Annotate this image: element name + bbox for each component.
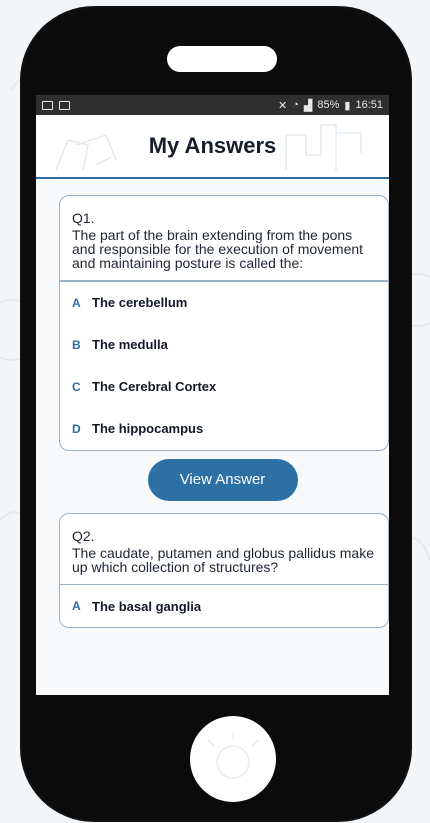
answer-letter: D	[72, 421, 81, 436]
answer-letter: C	[72, 379, 81, 394]
signal-icon: ▟	[303, 99, 313, 112]
view-answer-button[interactable]: View Answer	[147, 458, 298, 501]
answer-text: The medulla	[92, 337, 168, 352]
phone-speaker	[167, 46, 277, 72]
wifi-icon: ◔	[292, 99, 299, 111]
answer-letter: A	[72, 295, 81, 310]
question-text: The caudate, putamen and globus pallidus…	[72, 544, 374, 575]
clock: 16:51	[355, 99, 383, 111]
app-screen: ✕ ◔ ▟ 85% ▮ 16:51 My Answers Q1. The par…	[36, 95, 389, 695]
question-number: Q1.	[72, 210, 95, 226]
home-button-doodle-icon	[207, 732, 259, 779]
answer-option[interactable]: D The hippocampus	[60, 408, 388, 450]
answer-letter: A	[72, 599, 81, 613]
answer-option[interactable]: B The medulla	[60, 324, 388, 366]
view-answer-wrap: View Answer	[59, 458, 386, 501]
status-bar: ✕ ◔ ▟ 85% ▮ 16:51	[36, 95, 389, 115]
question-card: Q2. The caudate, putamen and globus pall…	[59, 512, 389, 628]
battery-icon: ▮	[344, 99, 351, 112]
answer-option[interactable]: C The Cerebral Cortex	[60, 366, 388, 408]
app-header: My Answers	[36, 115, 389, 179]
message-notification-icon	[59, 100, 70, 110]
home-button[interactable]	[190, 716, 276, 802]
question-text: The part of the brain extending from the…	[72, 227, 364, 271]
mute-icon: ✕	[278, 99, 288, 112]
questions-list[interactable]: Q1. The part of the brain extending from…	[36, 179, 389, 628]
question-card: Q1. The part of the brain extending from…	[59, 195, 389, 451]
screenshot-notification-icon	[42, 100, 53, 110]
answer-text: The basal ganglia	[92, 598, 202, 614]
battery-percent: 85%	[317, 99, 340, 111]
answer-text: The cerebellum	[92, 295, 188, 310]
answer-option[interactable]: A The cerebellum	[60, 282, 388, 324]
answer-letter: B	[72, 337, 81, 352]
answer-text: The hippocampus	[92, 421, 204, 436]
question-number: Q2.	[72, 527, 95, 544]
page-title: My Answers	[148, 133, 277, 158]
answer-text: The Cerebral Cortex	[92, 379, 217, 394]
answer-option[interactable]: A The basal ganglia	[60, 585, 388, 627]
